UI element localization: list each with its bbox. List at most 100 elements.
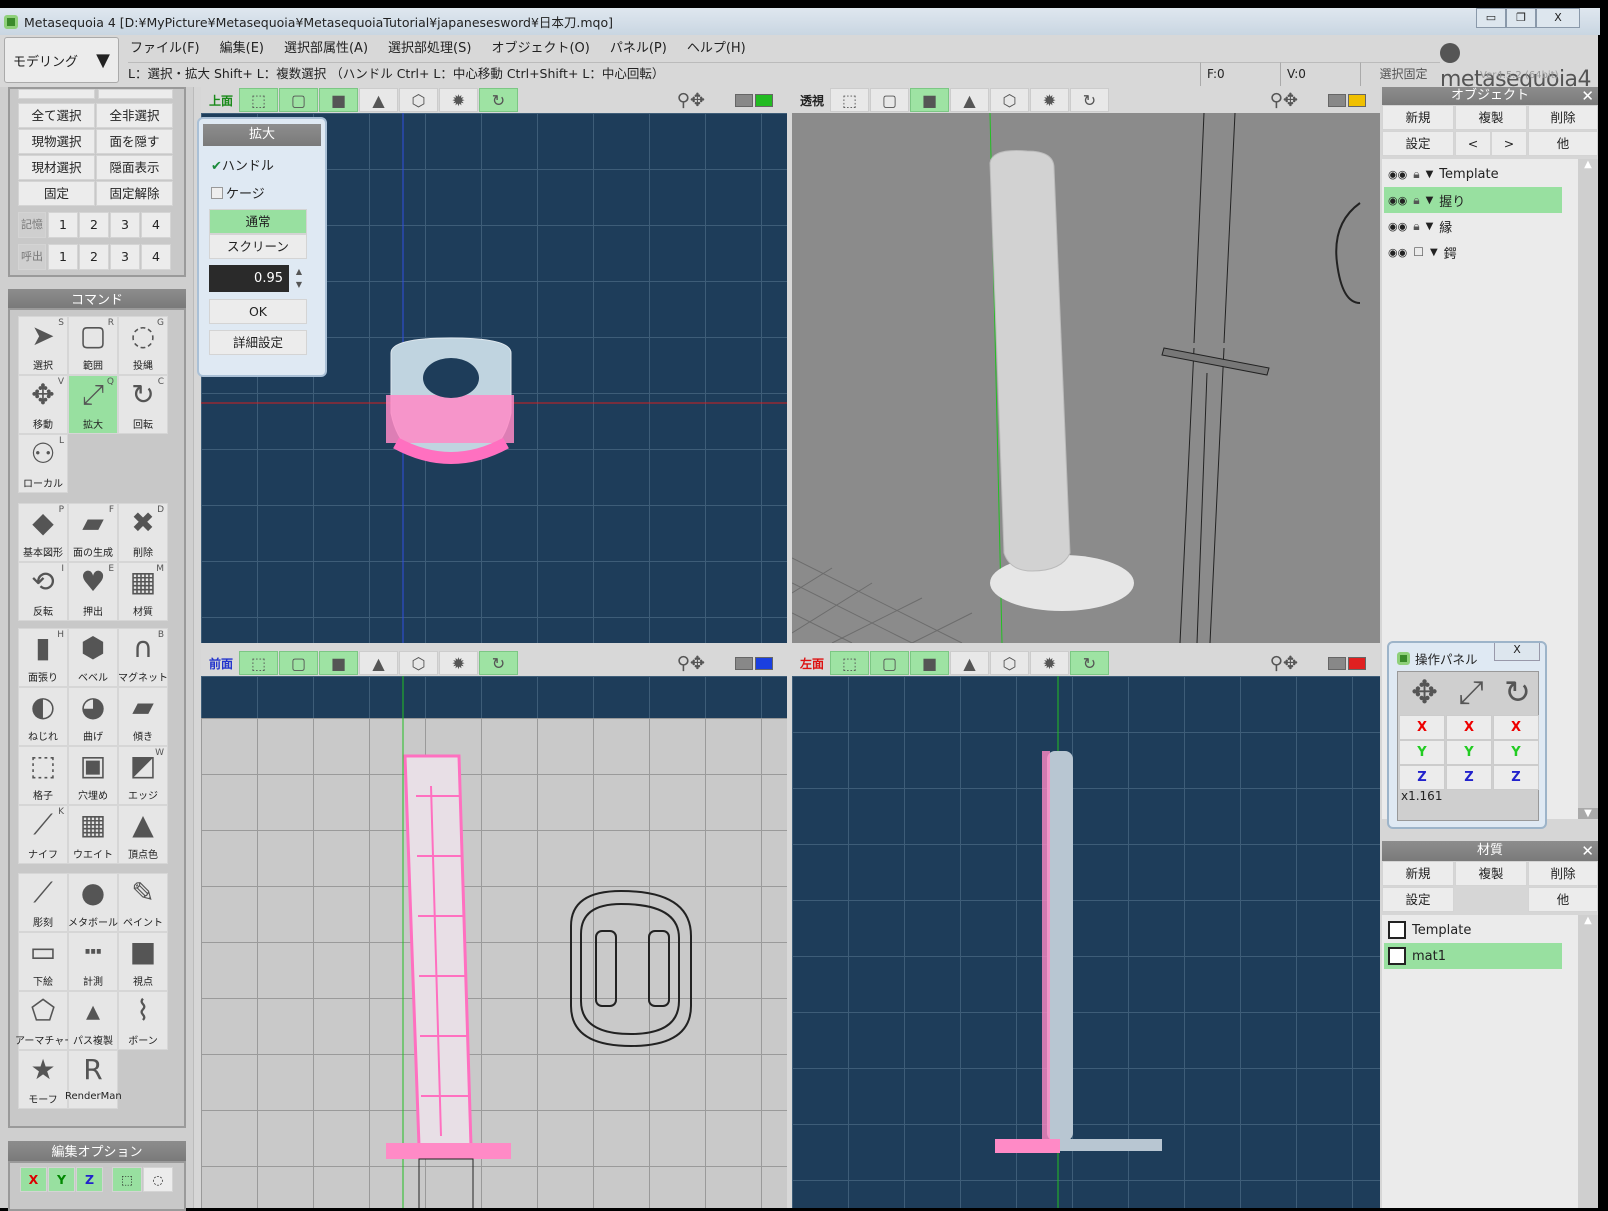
object-list-item[interactable]: ◉◉ 🔒︎ ▼ Template	[1384, 161, 1562, 187]
mode-dropdown[interactable]: モデリング ▼	[4, 37, 119, 83]
viewport-name[interactable]: 透視	[792, 92, 830, 109]
screen-mode-button[interactable]: スクリーン	[209, 234, 307, 259]
rotate-axis-z-button[interactable]: Z	[1493, 765, 1539, 790]
visibility-eye-icon[interactable]: ◉◉	[1388, 194, 1407, 207]
object-other-button[interactable]: 他	[1528, 131, 1598, 156]
material-color-swatch[interactable]	[1388, 921, 1406, 939]
refresh-icon[interactable]: ↻	[1070, 88, 1109, 112]
monitor-layout-icon[interactable]	[1328, 656, 1366, 670]
select-button[interactable]: 全非選択	[96, 103, 173, 128]
settings-icon[interactable]: ✹	[1030, 88, 1069, 112]
show-wire-icon[interactable]: ▢	[279, 651, 318, 675]
command-0-6[interactable]: ⚇ ローカル L	[18, 434, 68, 493]
visibility-eye-icon[interactable]: ◉◉	[1388, 220, 1407, 233]
recall-slot-2[interactable]: 2	[79, 244, 109, 270]
move-axis-x-button[interactable]: X	[1399, 715, 1445, 740]
material-list-item[interactable]: Template	[1384, 917, 1562, 943]
command-3-4[interactable]: ┅ 計測	[68, 932, 118, 991]
scale-axis-x-button[interactable]: X	[1446, 715, 1492, 740]
menu-selection-attr[interactable]: 選択部属性(A)	[284, 37, 368, 56]
material-color-swatch[interactable]	[1388, 947, 1406, 965]
material-list-scrollbar[interactable]: ▲	[1578, 915, 1598, 1208]
command-2-3[interactable]: ◐ ねじれ	[18, 687, 68, 746]
rotate-icon[interactable]: ↻	[1504, 673, 1531, 712]
command-1-1[interactable]: ▰ 面の生成 F	[68, 503, 118, 562]
rotate-axis-y-button[interactable]: Y	[1493, 740, 1539, 765]
object-list-scrollbar[interactable]: ▲ ▼	[1578, 159, 1598, 819]
command-0-3[interactable]: ✥ 移動 V	[18, 375, 68, 434]
axis-y-toggle[interactable]: Y	[48, 1167, 75, 1192]
grid-toggle-icon[interactable]: ⬡	[399, 651, 438, 675]
recall-slot-4[interactable]: 4	[141, 244, 171, 270]
recall-slot-1[interactable]: 1	[48, 244, 78, 270]
show-wire-icon[interactable]: ▢	[279, 88, 318, 112]
show-vertices-icon[interactable]: ⬚	[239, 651, 278, 675]
memory-slot-4[interactable]: 4	[141, 212, 171, 238]
viewport-name[interactable]: 左面	[792, 655, 830, 672]
show-faces-icon[interactable]: ■	[319, 651, 358, 675]
recall-slot-3[interactable]: 3	[110, 244, 140, 270]
command-3-9[interactable]: ★ モーフ	[18, 1050, 68, 1109]
lock-icon[interactable]: 🔒︎	[1413, 167, 1419, 182]
axis-x-toggle[interactable]: X	[20, 1167, 47, 1192]
command-3-7[interactable]: ▴ パス複製	[68, 991, 118, 1050]
material-new-button[interactable]: 新規	[1382, 861, 1454, 886]
scale-value-input[interactable]: 0.95	[209, 265, 289, 292]
command-1-0[interactable]: ◆ 基本図形 P	[18, 503, 68, 562]
monitor-layout-icon[interactable]	[735, 93, 773, 107]
scale-axis-y-button[interactable]: Y	[1446, 740, 1492, 765]
object-delete-button[interactable]: 削除	[1528, 105, 1598, 130]
command-3-2[interactable]: ✎ ペイント	[118, 873, 168, 932]
zoom-pan-icon[interactable]: ⚲✥	[1270, 653, 1298, 674]
command-1-4[interactable]: ♥ 押出 E	[68, 562, 118, 621]
maximize-button[interactable]: ❐	[1506, 8, 1536, 28]
command-2-9[interactable]: ⟋ ナイフ K	[18, 805, 68, 864]
value-spinner[interactable]: ▲ ▼	[291, 265, 307, 292]
select-button[interactable]: 固定	[18, 181, 95, 206]
menu-selection-process[interactable]: 選択部処理(S)	[388, 37, 471, 56]
settings-icon[interactable]: ✹	[439, 88, 478, 112]
command-2-4[interactable]: ◕ 曲げ	[68, 687, 118, 746]
handle-checkbox[interactable]: ✔ハンドル	[211, 155, 274, 174]
move-axis-z-button[interactable]: Z	[1399, 765, 1445, 790]
rect-select-option-icon[interactable]: ⬚	[112, 1167, 142, 1192]
object-next-button[interactable]: >	[1491, 131, 1527, 156]
menu-file[interactable]: ファイル(F)	[130, 37, 200, 56]
show-faces-icon[interactable]: ■	[910, 651, 949, 675]
show-vertices-icon[interactable]: ⬚	[239, 88, 278, 112]
object-duplicate-button[interactable]: 複製	[1455, 105, 1527, 130]
show-vertices-icon[interactable]: ⬚	[830, 651, 869, 675]
expand-triangle-icon[interactable]: ▼	[1426, 221, 1434, 232]
splitter[interactable]	[201, 643, 1380, 650]
display-mode-icon[interactable]: ▲	[950, 651, 989, 675]
viewport-name[interactable]: 前面	[201, 655, 239, 672]
lasso-select-option-icon[interactable]: ◌	[143, 1167, 173, 1192]
zoom-pan-icon[interactable]: ⚲✥	[677, 90, 705, 111]
scale-icon[interactable]: ⤢	[1458, 673, 1484, 712]
scale-axis-z-button[interactable]: Z	[1446, 765, 1492, 790]
refresh-icon[interactable]: ↻	[1070, 651, 1109, 675]
minimize-button[interactable]: ▭	[1476, 8, 1506, 28]
object-prev-button[interactable]: <	[1455, 131, 1491, 156]
ok-button[interactable]: OK	[209, 299, 307, 324]
material-delete-button[interactable]: 削除	[1528, 861, 1598, 886]
display-mode-icon[interactable]: ▲	[359, 88, 398, 112]
material-duplicate-button[interactable]: 複製	[1455, 861, 1527, 886]
object-settings-button[interactable]: 設定	[1382, 131, 1454, 156]
expand-triangle-icon[interactable]: ▼	[1426, 195, 1434, 206]
viewport-perspective[interactable]	[792, 113, 1380, 643]
visibility-eye-icon[interactable]: ◉◉	[1388, 246, 1407, 259]
command-1-5[interactable]: ▦ 材質 M	[118, 562, 168, 621]
zoom-pan-icon[interactable]: ⚲✥	[1270, 90, 1298, 111]
command-3-10[interactable]: R RenderMan	[65, 1050, 122, 1109]
object-list-item[interactable]: ◉◉ 🔒︎ ▼ 握り	[1384, 187, 1562, 213]
refresh-icon[interactable]: ↻	[479, 88, 518, 112]
details-button[interactable]: 詳細設定	[209, 330, 307, 355]
show-wire-icon[interactable]: ▢	[870, 651, 909, 675]
memory-slot-1[interactable]: 1	[48, 212, 78, 238]
normal-mode-button[interactable]: 通常	[209, 209, 307, 234]
select-button[interactable]: 隠面表示	[96, 155, 173, 180]
show-faces-icon[interactable]: ■	[910, 88, 949, 112]
command-0-2[interactable]: ◌ 投縄 G	[118, 316, 168, 375]
command-2-0[interactable]: ▮ 面張り H	[18, 628, 68, 687]
